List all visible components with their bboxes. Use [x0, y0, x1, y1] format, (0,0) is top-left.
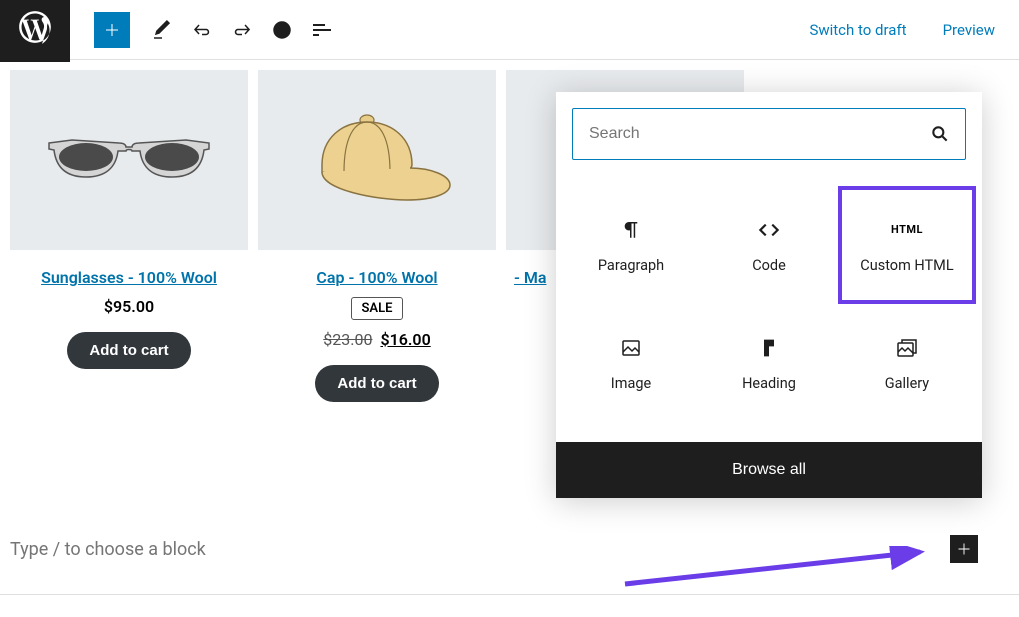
product-image[interactable] [258, 70, 496, 250]
block-label: Paragraph [598, 257, 664, 274]
wordpress-logo[interactable] [0, 0, 70, 62]
block-paragraph[interactable]: Paragraph [562, 186, 700, 304]
preview-button[interactable]: Preview [935, 13, 1003, 47]
browse-all-button[interactable]: Browse all [556, 442, 982, 498]
block-label: Custom HTML [860, 257, 953, 274]
sunglasses-icon [44, 135, 214, 185]
block-heading[interactable]: Heading [700, 304, 838, 422]
info-button[interactable] [262, 10, 302, 50]
cap-icon [302, 110, 452, 210]
block-custom-html[interactable]: HTML Custom HTML [838, 186, 976, 304]
list-view-button[interactable] [302, 10, 342, 50]
redo-button[interactable] [222, 10, 262, 50]
editor-toolbar: Switch to draft Preview [0, 0, 1019, 60]
block-label: Heading [742, 375, 796, 392]
html-icon: HTML [891, 217, 923, 243]
product-title[interactable]: Cap - 100% Wool [258, 268, 496, 287]
block-inserter-popover: Paragraph Code HTML Custom HTML Image [556, 92, 982, 498]
product-title[interactable]: Sunglasses - 100% Wool [10, 268, 248, 287]
product-price: $23.00 $16.00 [258, 330, 496, 349]
appender-placeholder: Type / to choose a block [8, 539, 206, 560]
add-block-button[interactable] [94, 12, 130, 48]
product-card: Sunglasses - 100% Wool $95.00 Add to car… [10, 70, 248, 402]
new-price: $16.00 [380, 330, 430, 349]
old-price: $23.00 [323, 330, 372, 349]
block-search-input[interactable] [572, 108, 966, 160]
gallery-icon [895, 335, 919, 361]
blocks-grid: Paragraph Code HTML Custom HTML Image [556, 176, 982, 442]
paragraph-icon [619, 217, 643, 243]
page-divider [0, 594, 1019, 595]
undo-button[interactable] [182, 10, 222, 50]
add-to-cart-button[interactable]: Add to cart [315, 365, 438, 402]
appender-plus-button[interactable] [950, 535, 978, 563]
product-price: $95.00 [10, 297, 248, 316]
block-image[interactable]: Image [562, 304, 700, 422]
product-title[interactable]: - Ma [506, 268, 536, 287]
toolbar-left-group [70, 10, 352, 50]
edit-tool-button[interactable] [142, 10, 182, 50]
heading-icon [759, 335, 779, 361]
toolbar-right-group: Switch to draft Preview [801, 13, 1003, 47]
block-label: Image [611, 375, 651, 392]
sale-badge: SALE [351, 297, 404, 320]
add-to-cart-button[interactable]: Add to cart [67, 332, 190, 369]
block-label: Gallery [885, 375, 929, 392]
block-code[interactable]: Code [700, 186, 838, 304]
switch-to-draft-button[interactable]: Switch to draft [801, 13, 914, 47]
image-icon [619, 335, 643, 361]
search-icon [930, 124, 950, 144]
block-label: Code [752, 257, 786, 274]
search-wrap [556, 92, 982, 176]
product-card: - Ma [506, 70, 536, 402]
annotation-arrow [620, 546, 940, 590]
product-image[interactable] [10, 70, 248, 250]
block-gallery[interactable]: Gallery [838, 304, 976, 422]
product-card: Cap - 100% Wool SALE $23.00 $16.00 Add t… [258, 70, 496, 402]
code-icon [756, 217, 782, 243]
